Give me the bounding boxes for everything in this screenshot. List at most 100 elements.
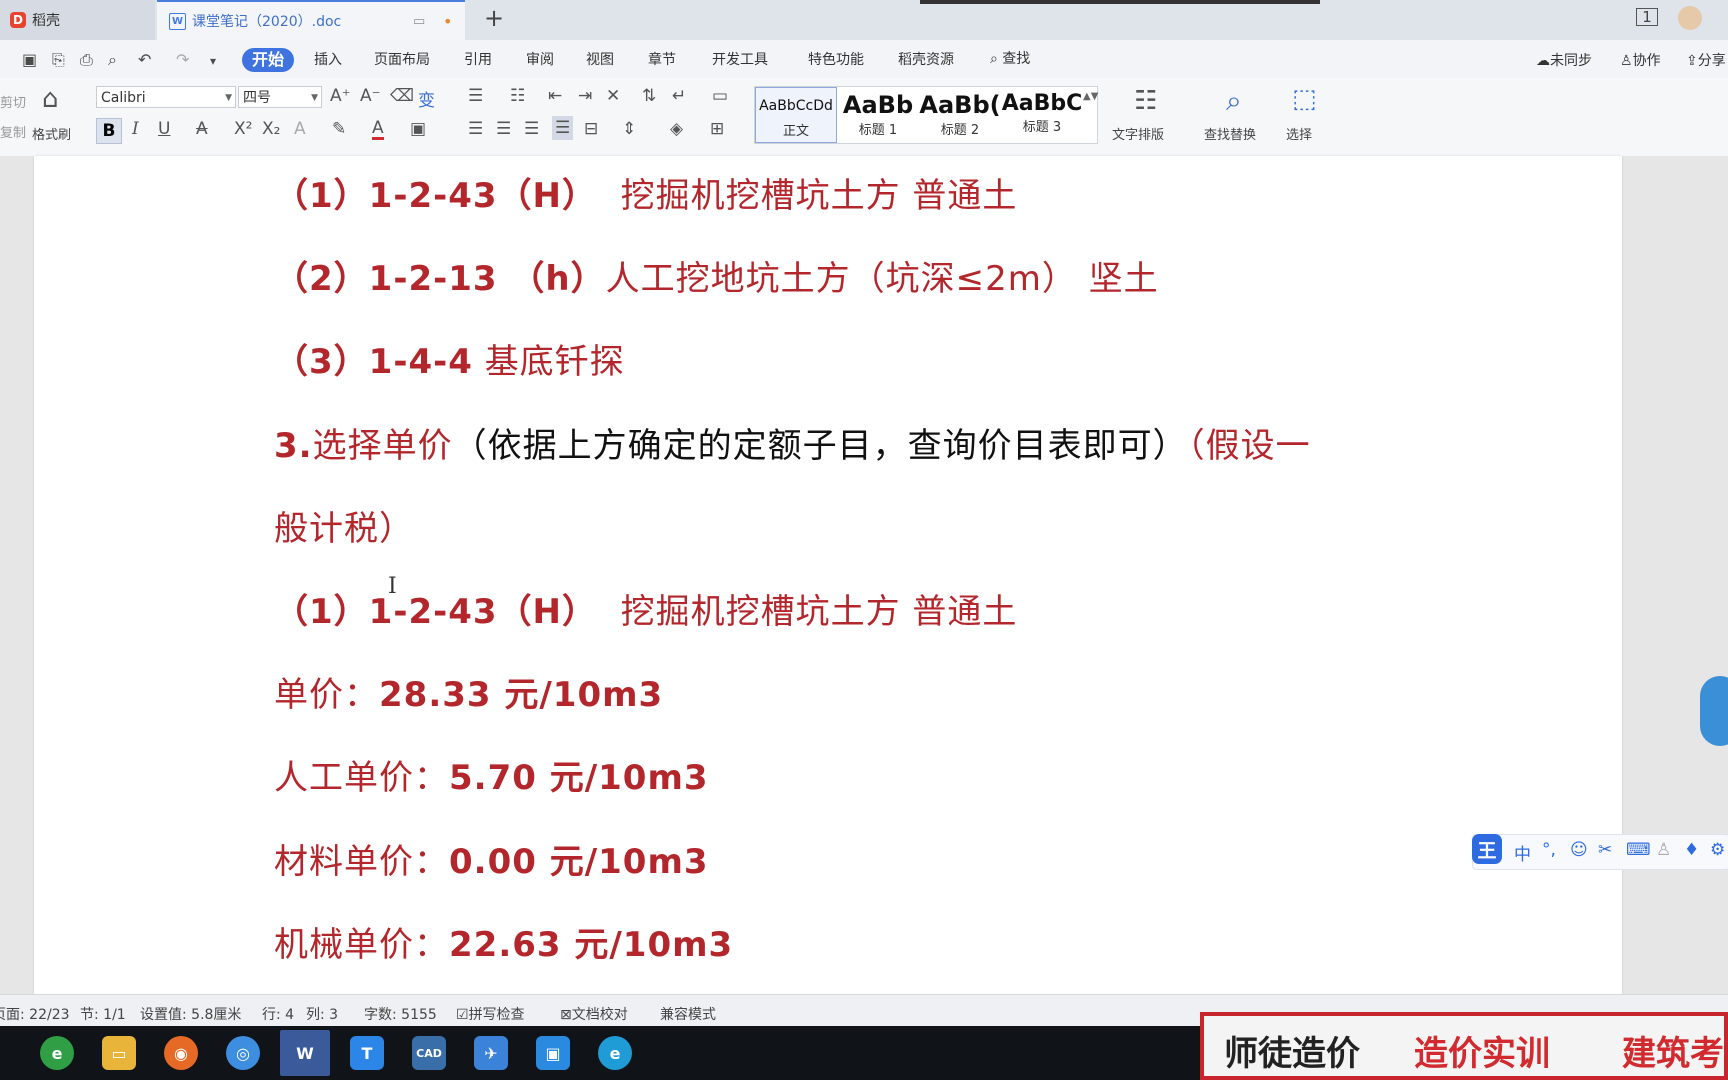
menu-developer[interactable]: 开发工具 [712, 49, 768, 69]
save-icon[interactable]: ▣ [22, 50, 37, 69]
find-replace-button[interactable]: 查找替换 [1204, 124, 1256, 143]
select-button[interactable]: 选择 [1286, 124, 1312, 143]
select-icon[interactable]: ⬚ [1292, 84, 1317, 114]
chrome-icon[interactable]: ◎ [226, 1036, 260, 1070]
ime-mode[interactable]: 中 [1514, 840, 1531, 865]
justify-icon[interactable]: ☰ [552, 116, 574, 140]
clear-format-icon[interactable]: ⌫ [390, 86, 414, 106]
wps-writer-icon[interactable]: W [280, 1030, 330, 1076]
cut-button[interactable]: 剪切 [0, 92, 26, 111]
cad-icon[interactable]: CAD [412, 1036, 446, 1070]
tab-document[interactable]: W 课堂笔记（2020）.doc ▭ • [157, 0, 465, 40]
text-layout-icon[interactable]: ☷ [1134, 86, 1157, 116]
new-tab-button[interactable]: + [484, 4, 504, 32]
text-layout-button[interactable]: 文字排版 [1112, 124, 1164, 143]
find-replace-icon[interactable]: ⌕ [1226, 84, 1242, 118]
punctuation-icon[interactable]: °, [1542, 840, 1556, 860]
strikethrough-button[interactable]: A [196, 119, 208, 139]
italic-button[interactable]: I [132, 119, 139, 139]
font-color-button[interactable]: A [372, 119, 384, 140]
skin-icon[interactable]: ♦ [1684, 840, 1699, 860]
edge-icon[interactable]: e [598, 1036, 632, 1070]
print-preview-icon[interactable]: ⌕ [108, 50, 117, 70]
print-icon[interactable]: ⎙ [80, 50, 93, 70]
style-heading-2[interactable]: AaBb( 标题 2 [919, 87, 1001, 143]
menu-features[interactable]: 特色功能 [808, 49, 864, 69]
share-button[interactable]: ⇪分享 [1686, 50, 1726, 70]
feishu-icon[interactable]: ✈ [474, 1036, 508, 1070]
file-explorer-icon[interactable]: ▭ [102, 1036, 136, 1070]
redo-icon[interactable]: ↷ [176, 50, 189, 69]
collab-button[interactable]: ♙协作 [1620, 50, 1661, 70]
style-label: 标题 3 [1022, 120, 1062, 135]
subscript-button[interactable]: X₂ [262, 119, 280, 139]
char-border-icon[interactable]: ▣ [410, 119, 426, 139]
undo-icon[interactable]: ↶ [138, 50, 151, 69]
phonetic-guide-icon[interactable]: 变 [418, 86, 435, 111]
gear-icon[interactable]: ⚙ [1710, 840, 1725, 860]
bullet-list-icon[interactable]: ☰ [468, 86, 483, 106]
menu-docer-resources[interactable]: 稻壳资源 [898, 49, 954, 69]
menu-chapter[interactable]: 章节 [648, 49, 676, 69]
customize-qat-icon[interactable]: ▾ [210, 54, 216, 68]
proofread-button[interactable]: ⊠文档校对 [560, 1004, 628, 1024]
chinese-layout-icon[interactable]: ✕ [606, 86, 620, 106]
format-painter-icon[interactable]: ⌂ [42, 84, 59, 114]
show-marks-icon[interactable]: ↵ [672, 86, 686, 106]
spell-check-button[interactable]: ☑拼写检查 [456, 1004, 525, 1024]
increase-indent-icon[interactable]: ⇥ [578, 86, 592, 106]
user-icon[interactable]: ♙ [1656, 840, 1671, 860]
menu-view[interactable]: 视图 [586, 49, 614, 69]
floating-widget[interactable] [1700, 676, 1728, 746]
app-360-icon[interactable]: e [40, 1036, 74, 1070]
bold-button[interactable]: B [96, 118, 122, 144]
style-heading-1[interactable]: AaBb 标题 1 [837, 87, 919, 143]
firefox-icon[interactable]: ◉ [164, 1036, 198, 1070]
align-center-icon[interactable]: ☰ [496, 119, 511, 139]
align-left-icon[interactable]: ☰ [468, 119, 483, 139]
export-pdf-icon[interactable]: ⎘ [52, 50, 65, 70]
font-family-select[interactable]: Calibri ▼ [96, 86, 236, 108]
tab-docer-home[interactable]: D 稻壳 [0, 0, 155, 40]
superscript-button[interactable]: X² [234, 119, 252, 139]
style-gallery[interactable]: AaBbCcDd 正文 AaBb 标题 1 AaBb( 标题 2 AaBbC 标… [754, 86, 1098, 144]
keyboard-icon[interactable]: ⌨ [1626, 840, 1651, 860]
menu-start[interactable]: 开始 [242, 48, 294, 72]
distributed-icon[interactable]: ⊟ [584, 119, 598, 139]
sync-button[interactable]: ☁未同步 [1536, 50, 1592, 70]
scissors-icon[interactable]: ✂ [1598, 840, 1612, 860]
table-icon[interactable]: ▭ [712, 86, 728, 106]
avatar[interactable] [1678, 6, 1702, 30]
emoji-icon[interactable]: ☺ [1570, 840, 1588, 860]
copy-button[interactable]: 复制 [0, 122, 26, 141]
line-spacing-icon[interactable]: ⇕ [622, 119, 636, 139]
numbered-list-icon[interactable]: ☷ [510, 86, 525, 106]
decrease-indent-icon[interactable]: ⇤ [548, 86, 562, 106]
highlight-icon[interactable]: ✎ [332, 119, 346, 139]
status-word-count[interactable]: 字数: 5155 [364, 1004, 437, 1024]
menu-review[interactable]: 审阅 [526, 49, 554, 69]
ime-logo[interactable]: 王 [1472, 834, 1502, 864]
grow-font-icon[interactable]: A⁺ [330, 86, 351, 106]
style-heading-3[interactable]: AaBbC 标题 3 [1001, 87, 1083, 143]
menu-references[interactable]: 引用 [464, 49, 492, 69]
app-t-icon[interactable]: T [350, 1036, 384, 1070]
text-effect-button[interactable]: A [294, 119, 306, 139]
comment-icon[interactable]: ▭ [413, 14, 425, 29]
menu-insert[interactable]: 插入 [314, 49, 342, 69]
window-count-icon[interactable]: 1 [1636, 8, 1658, 26]
shrink-font-icon[interactable]: A⁻ [360, 86, 381, 106]
font-size-select[interactable]: 四号 ▼ [238, 86, 322, 108]
status-page[interactable]: 页面: 22/23 [0, 1004, 70, 1024]
align-right-icon[interactable]: ☰ [524, 119, 539, 139]
sort-icon[interactable]: ⇅ [642, 86, 656, 106]
underline-button[interactable]: U [158, 119, 170, 139]
borders-icon[interactable]: ⊞ [710, 119, 724, 139]
app-calendar-icon[interactable]: ▣ [536, 1036, 570, 1070]
format-painter-label[interactable]: 格式刷 [32, 124, 71, 143]
gallery-scroll-icon[interactable]: ▲▼ [1083, 91, 1098, 102]
shading-icon[interactable]: ◈ [670, 119, 683, 139]
style-normal[interactable]: AaBbCcDd 正文 [755, 87, 837, 143]
search-button[interactable]: ⌕ 查找 [990, 48, 1030, 68]
menu-page-layout[interactable]: 页面布局 [374, 49, 430, 69]
